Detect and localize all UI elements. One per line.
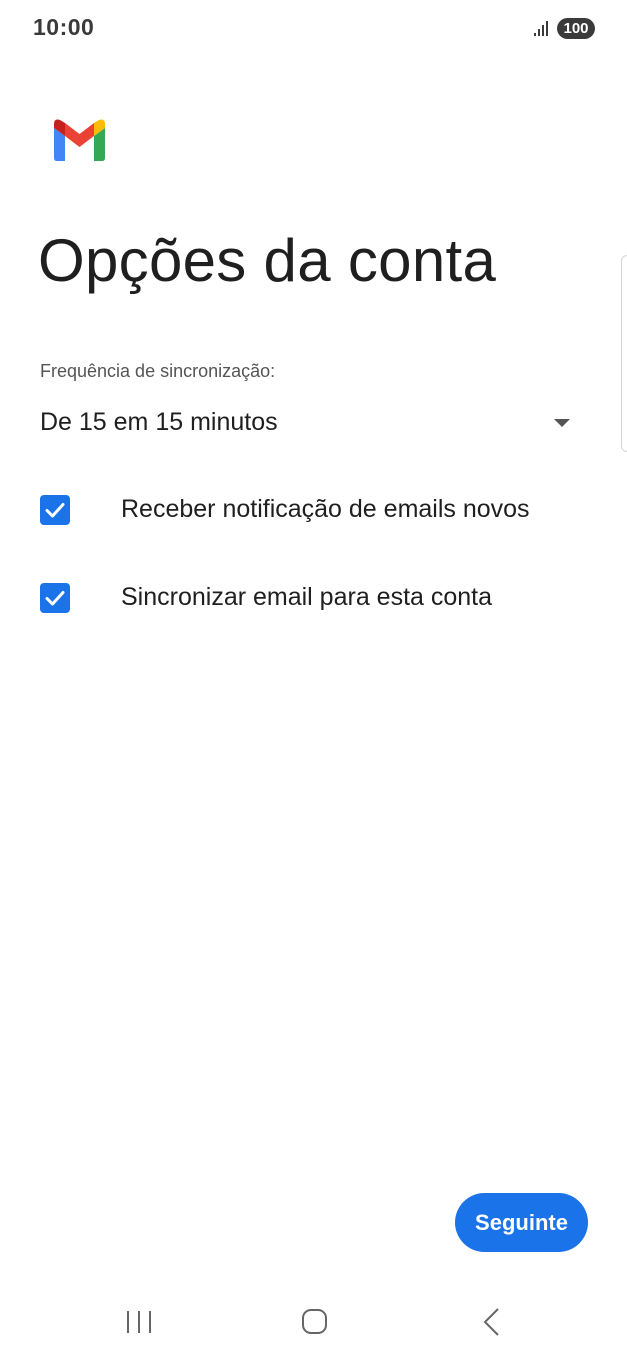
new-email-notification-option[interactable]: Receber notificação de emails novos xyxy=(40,485,580,535)
checkmark-icon xyxy=(45,591,65,606)
sync-email-label: Sincronizar email para esta conta xyxy=(121,583,493,611)
scrollbar[interactable] xyxy=(621,255,627,452)
new-email-notification-label: Receber notificação de emails novos xyxy=(121,495,530,523)
new-email-notification-checkbox[interactable] xyxy=(40,495,70,525)
signal-bars-icon xyxy=(532,18,552,38)
recent-apps-button[interactable] xyxy=(109,1300,169,1344)
home-button[interactable] xyxy=(284,1300,344,1344)
sync-frequency-label: Frequência de sincronização: xyxy=(40,361,276,381)
next-button[interactable]: Seguinte xyxy=(455,1193,588,1252)
checkmark-icon xyxy=(45,503,65,518)
dropdown-arrow-icon xyxy=(554,419,570,427)
status-time: 10:00 xyxy=(33,14,95,40)
battery-badge: 100 xyxy=(557,18,595,39)
page-title: Opções da conta xyxy=(38,227,497,294)
back-icon xyxy=(483,1308,499,1336)
recent-apps-icon xyxy=(127,1311,151,1333)
sync-email-option[interactable]: Sincronizar email para esta conta xyxy=(40,573,580,623)
gmail-logo xyxy=(51,118,108,162)
navigation-bar xyxy=(0,1290,627,1360)
status-bar: 10:00 100 xyxy=(0,0,627,58)
back-button[interactable] xyxy=(460,1300,520,1344)
sync-email-checkbox[interactable] xyxy=(40,583,70,613)
sync-frequency-value: De 15 em 15 minutos xyxy=(40,408,278,436)
home-icon xyxy=(302,1309,327,1334)
sync-frequency-dropdown[interactable]: De 15 em 15 minutos xyxy=(38,400,578,450)
